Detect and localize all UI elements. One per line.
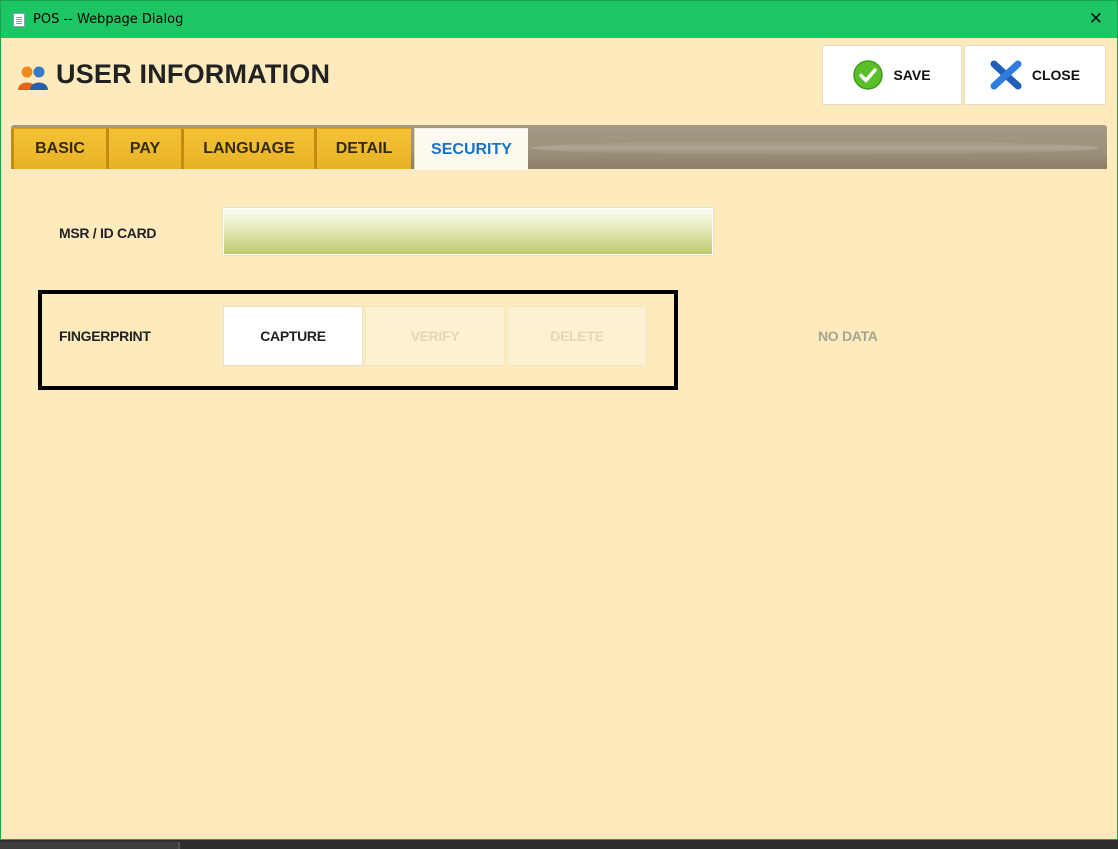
verify-button[interactable]: VERIFY — [365, 306, 505, 366]
capture-button[interactable]: CAPTURE — [223, 306, 363, 366]
tab-bar-shine — [531, 141, 1099, 155]
save-button[interactable]: SAVE — [822, 45, 962, 105]
tab-detail[interactable]: DETAIL — [314, 128, 411, 169]
page-header: USER INFORMATION SAVE CLOSE — [1, 38, 1117, 116]
security-panel: MSR / ID CARD FINGERPRINT CAPTURE VERIFY… — [11, 169, 1107, 831]
checkmark-circle-icon — [853, 60, 884, 90]
document-icon — [13, 12, 25, 27]
msr-label: MSR / ID CARD — [59, 225, 157, 241]
tab-basic[interactable]: BASIC — [11, 128, 106, 169]
close-button[interactable]: CLOSE — [964, 45, 1106, 105]
x-icon — [990, 60, 1022, 90]
tab-pay[interactable]: PAY — [106, 128, 181, 169]
fingerprint-label: FINGERPRINT — [59, 328, 151, 344]
dialog-window: POS -- Webpage Dialog ✕ USER INFORMATION… — [0, 0, 1118, 840]
delete-button[interactable]: DELETE — [507, 306, 647, 366]
title-bar[interactable]: POS -- Webpage Dialog ✕ — [1, 1, 1117, 38]
tab-bar: BASIC PAY LANGUAGE DETAIL SECURITY — [11, 125, 1107, 170]
users-icon — [18, 66, 48, 90]
save-label: SAVE — [893, 67, 931, 83]
tab-language[interactable]: LANGUAGE — [181, 128, 314, 169]
window-title: POS -- Webpage Dialog — [33, 12, 184, 27]
taskbar-item[interactable] — [0, 842, 180, 849]
close-label: CLOSE — [1031, 67, 1081, 83]
fingerprint-status: NO DATA — [818, 328, 878, 344]
msr-id-card-field[interactable] — [223, 208, 713, 255]
window-close-icon[interactable]: ✕ — [1089, 10, 1103, 28]
taskbar — [0, 840, 1118, 849]
page-title: USER INFORMATION — [56, 59, 331, 89]
tab-security[interactable]: SECURITY — [414, 128, 528, 170]
